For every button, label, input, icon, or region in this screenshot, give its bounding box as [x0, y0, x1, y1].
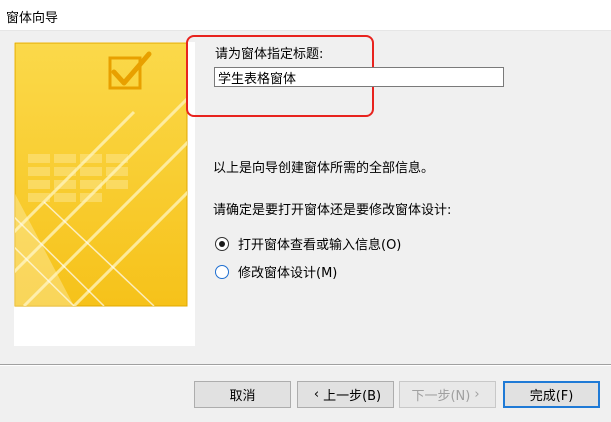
wizard-illustration — [14, 42, 195, 346]
modify-design-option-label: 修改窗体设计(M) — [238, 266, 338, 281]
back-button[interactable]: ‹ 上一步(B) — [297, 381, 394, 408]
form-title-prompt-label: 请为窗体指定标题: — [215, 47, 324, 62]
open-or-modify-question: 请确定是要打开窗体还是要修改窗体设计: — [213, 203, 452, 218]
finish-button-label: 完成(F) — [529, 389, 574, 404]
modify-design-radio[interactable] — [215, 264, 229, 279]
title-bar: 窗体向导 — [0, 0, 611, 31]
finish-button[interactable]: 完成(F) — [503, 381, 600, 408]
form-title-input[interactable] — [214, 67, 504, 87]
next-button[interactable]: 下一步(N) › — [399, 381, 496, 408]
wizard-info-text: 以上是向导创建窗体所需的全部信息。 — [213, 161, 435, 176]
cancel-button[interactable]: 取消 — [194, 381, 291, 408]
chevron-right-icon: › — [474, 387, 480, 402]
window-title: 窗体向导 — [6, 11, 59, 26]
next-button-label: 下一步(N) — [411, 389, 471, 404]
open-form-option-label: 打开窗体查看或输入信息(O) — [238, 238, 402, 253]
open-form-option[interactable]: 打开窗体查看或输入信息(O) — [215, 234, 401, 253]
chevron-left-icon: ‹ — [313, 387, 320, 402]
button-area-divider — [0, 364, 611, 366]
open-form-radio[interactable] — [215, 236, 229, 251]
modify-design-option[interactable]: 修改窗体设计(M) — [215, 262, 337, 281]
back-button-label: 上一步(B) — [323, 389, 382, 404]
cancel-button-label: 取消 — [229, 389, 256, 404]
